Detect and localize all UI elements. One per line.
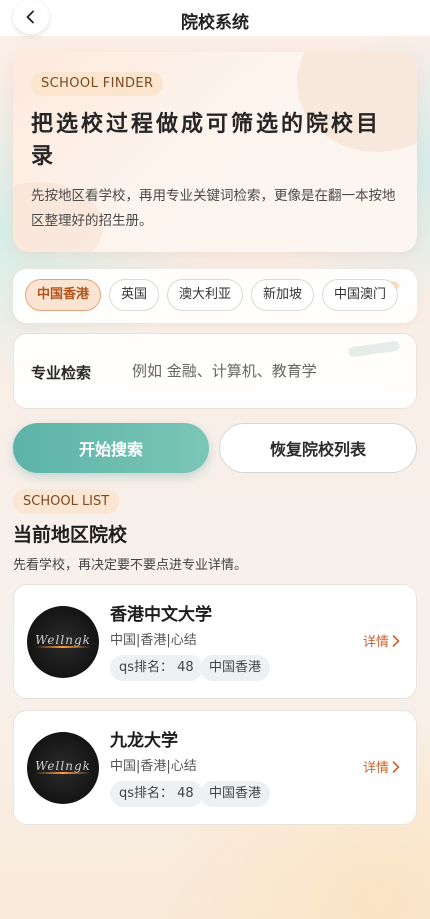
reset-list-button[interactable]: 恢复院校列表 <box>219 423 417 473</box>
region-badge: 中国香港 <box>200 655 271 681</box>
school-card[interactable]: Wellngk 香港中文大学 中国|香港|心结 qs排名： 48 中国香港 详情 <box>13 584 417 699</box>
detail-link[interactable]: 详情 <box>363 631 400 650</box>
region-chip-hongkong[interactable]: 中国香港 <box>25 279 101 311</box>
list-tag: SCHOOL LIST <box>13 489 120 514</box>
hero-card: SCHOOL FINDER 把选校过程做成可筛选的院校目录 先按地区看学校，再用… <box>13 52 417 252</box>
list-title: 当前地区院校 <box>13 524 128 546</box>
school-logo: Wellngk <box>27 732 99 804</box>
major-search-input[interactable] <box>132 356 402 386</box>
hero-description: 先按地区看学校，再用专业关键词检索，更像是在翻一本按地区整理好的招生册。 <box>31 188 396 229</box>
school-meta: 中国|香港|心结 <box>110 633 197 648</box>
start-search-button[interactable]: 开始搜索 <box>13 423 209 473</box>
qs-rank-badge: qs排名： 48 <box>110 655 203 681</box>
region-chip-singapore[interactable]: 新加坡 <box>251 279 314 311</box>
school-logo-text: Wellngk <box>35 633 91 647</box>
school-name: 香港中文大学 <box>110 605 212 625</box>
region-chip-macau[interactable]: 中国澳门 <box>322 279 398 311</box>
detail-label: 详情 <box>362 635 389 650</box>
region-filter: 中国香港 英国 澳大利亚 新加坡 中国澳门 <box>13 269 417 323</box>
detail-label: 详情 <box>362 761 389 776</box>
logo-streak <box>35 772 91 774</box>
school-name: 九龙大学 <box>110 731 178 751</box>
list-subtitle: 先看学校，再决定要不要点进专业详情。 <box>13 558 248 573</box>
school-logo-text: Wellngk <box>35 759 91 773</box>
page-title: 院校系统 <box>181 13 249 33</box>
detail-link[interactable]: 详情 <box>363 757 400 776</box>
hero-title: 把选校过程做成可筛选的院校目录 <box>31 111 382 169</box>
chevron-right-icon <box>392 634 400 647</box>
school-card[interactable]: Wellngk 九龙大学 中国|香港|心结 qs排名： 48 中国香港 详情 <box>13 710 417 825</box>
hero-tag: SCHOOL FINDER <box>31 72 164 96</box>
logo-streak <box>35 646 91 648</box>
region-chip-australia[interactable]: 澳大利亚 <box>167 279 243 311</box>
school-meta: 中国|香港|心结 <box>110 759 197 774</box>
qs-rank-badge: qs排名： 48 <box>110 781 203 807</box>
region-badge: 中国香港 <box>200 781 271 807</box>
region-chip-uk[interactable]: 英国 <box>109 279 159 311</box>
major-search-box: 专业检索 <box>13 333 417 409</box>
decoration-stroke <box>347 340 401 358</box>
top-navbar: 院校系统 <box>0 0 430 36</box>
search-label: 专业检索 <box>31 364 92 382</box>
school-logo: Wellngk <box>27 606 99 678</box>
chevron-right-icon <box>392 760 400 773</box>
